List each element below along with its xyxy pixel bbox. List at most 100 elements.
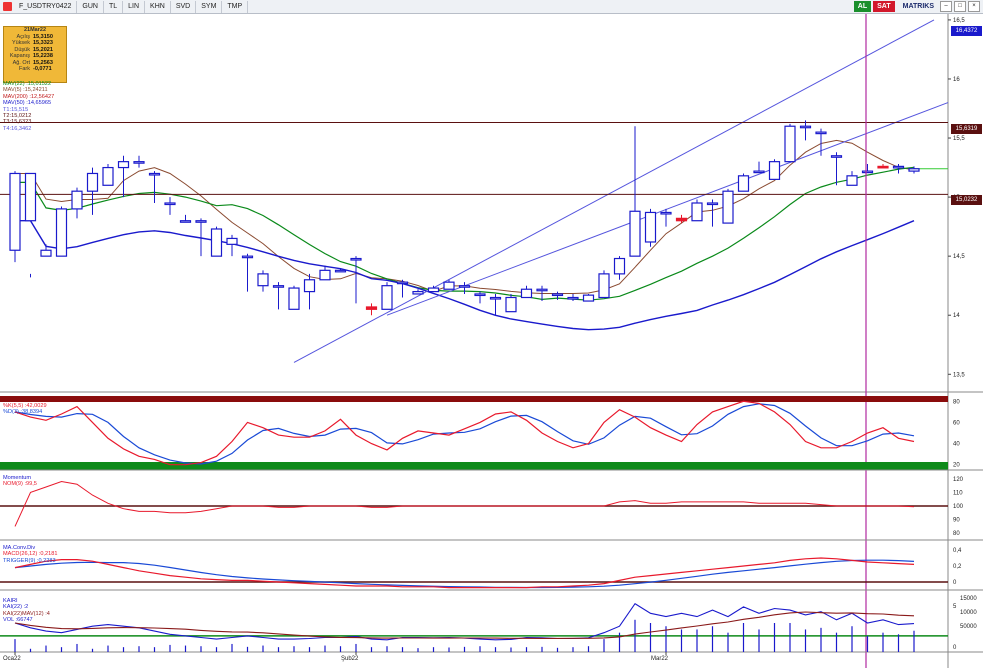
- candle-up: [567, 296, 579, 300]
- price-y-tick-label: 13,5: [953, 372, 965, 378]
- candle-up: [660, 211, 672, 215]
- candle-up: [71, 190, 83, 210]
- candle-up: [551, 293, 564, 297]
- candle-up: [24, 172, 37, 222]
- vol-y-tick-label: 10000: [960, 610, 977, 616]
- candle-up: [427, 287, 440, 293]
- candle-up: [396, 281, 409, 285]
- price-box-top: 16,4372: [951, 26, 982, 36]
- candle-up: [210, 228, 223, 257]
- ohlc-info-box: 21Mar22 Açılış 15,3150 Yüksek 15,3323 Düşü…: [3, 26, 67, 83]
- candle-up: [9, 172, 21, 251]
- candle-up: [753, 170, 765, 174]
- candle-up: [582, 294, 595, 302]
- stoch-y-tick-label: 20: [953, 463, 960, 469]
- chart-canvas[interactable]: 13,51414,51515,51616,5204060808090100110…: [0, 0, 983, 672]
- candle-up: [768, 161, 781, 180]
- stoch-y-tick-label: 80: [953, 399, 960, 405]
- momentum-y-tick-label: 100: [953, 504, 964, 510]
- candle-up: [319, 269, 331, 281]
- price-y-tick-label: 14: [953, 313, 960, 319]
- candle-up: [706, 202, 719, 206]
- candle-up: [489, 296, 502, 300]
- candle-up: [164, 202, 176, 206]
- candle-up: [722, 190, 734, 224]
- candle-up: [288, 287, 300, 310]
- stoch-oversold-band: [0, 462, 948, 470]
- candle-up: [117, 161, 130, 169]
- legend-mav50: MAV(50) :14,65965: [3, 100, 52, 107]
- macd-y-tick-label: 0,4: [953, 548, 962, 554]
- candle-up: [536, 288, 548, 292]
- candle-up: [257, 273, 269, 287]
- candle-up: [86, 172, 99, 192]
- candle-down: [877, 165, 889, 169]
- momentum-y-tick-label: 90: [953, 518, 960, 524]
- candle-up: [133, 161, 145, 164]
- candle-up: [40, 249, 52, 257]
- price-y-tick-label: 16: [953, 77, 960, 83]
- candle-up: [861, 170, 874, 174]
- candle-up: [613, 257, 626, 275]
- stoch-y-tick-label: 60: [953, 420, 960, 426]
- nom-label: NOM(9) :99,5: [3, 481, 37, 488]
- candle-up: [644, 211, 657, 243]
- candle-up: [195, 220, 207, 223]
- price-box-mid: 15,6319: [951, 124, 982, 134]
- x-label-sub22: Şub22: [341, 656, 359, 662]
- momentum-y-tick-label: 110: [953, 490, 963, 496]
- macd-y-tick-label: 0,2: [953, 564, 962, 570]
- candle-up: [892, 165, 905, 169]
- candle-up: [505, 296, 517, 313]
- macd-legend: MA.Conv.Div MACD(26,12) :0,2181 TRIGGER(…: [3, 545, 57, 564]
- candle-up: [784, 125, 796, 163]
- candle-up: [55, 208, 68, 257]
- candle-up: [846, 175, 858, 186]
- candle-up: [226, 237, 238, 245]
- candle-up: [303, 279, 316, 293]
- candle-up: [830, 155, 843, 158]
- candle-up: [737, 175, 750, 192]
- candle-up: [241, 255, 254, 259]
- candle-down: [675, 217, 688, 222]
- legend-t4: T4:16,3462: [3, 125, 32, 132]
- price-y-tick-label: 16,5: [953, 18, 965, 24]
- stoch-y-tick-label: 40: [953, 442, 960, 448]
- momentum-legend: Momentum NOM(9) :99,5: [3, 475, 37, 488]
- kairi-legend: KAIRI KAI(22) :2 KAI(22)MAV(12) :4 VOL :…: [3, 598, 50, 624]
- candle-up: [443, 281, 455, 290]
- candle-up: [474, 293, 486, 297]
- momentum-y-tick-label: 120: [953, 477, 964, 483]
- info-row: Fark -0,0771: [19, 66, 52, 73]
- candle-up: [381, 285, 393, 310]
- vol-label: VOL :66747: [3, 617, 33, 624]
- stoch-legend: %K(5,5) :42,0029 %D(3) :38,8394: [3, 403, 47, 416]
- candle-up: [598, 273, 610, 299]
- candle-up: [102, 166, 114, 186]
- candle-down: [365, 306, 378, 310]
- stoch-d-label: %D(3) :38,8394: [3, 409, 43, 416]
- vol-y-tick-label: 50000: [960, 624, 977, 630]
- price-legend: MAV(22) :15,01522 MAV(5) :15,24211 MAV(2…: [3, 81, 54, 132]
- candle-up: [458, 285, 471, 288]
- stoch-overbought-band: [0, 396, 948, 402]
- x-label-mar22: Mar22: [651, 656, 669, 662]
- candle-up: [691, 202, 703, 222]
- candle-up: [350, 257, 362, 261]
- vol-y-tick-label: 15000: [960, 596, 977, 602]
- trigger-label: TRIGGER(9) :0,2283: [3, 557, 56, 564]
- candle-up: [334, 269, 347, 273]
- price-y-tick-label: 14,5: [953, 254, 965, 260]
- info-date: 21Mar22: [23, 27, 47, 33]
- momentum-y-tick-label: 80: [953, 531, 960, 537]
- candle-up: [815, 131, 827, 135]
- candle-up: [520, 288, 533, 299]
- price-box-low: 15,0232: [951, 195, 982, 205]
- chart-background: [0, 14, 983, 672]
- price-y-tick-label: 15,5: [953, 136, 965, 142]
- candle-up: [179, 220, 192, 223]
- candle-up: [412, 290, 424, 295]
- candle-up: [629, 210, 641, 257]
- candle-up: [148, 172, 161, 176]
- candle-up: [908, 168, 920, 172]
